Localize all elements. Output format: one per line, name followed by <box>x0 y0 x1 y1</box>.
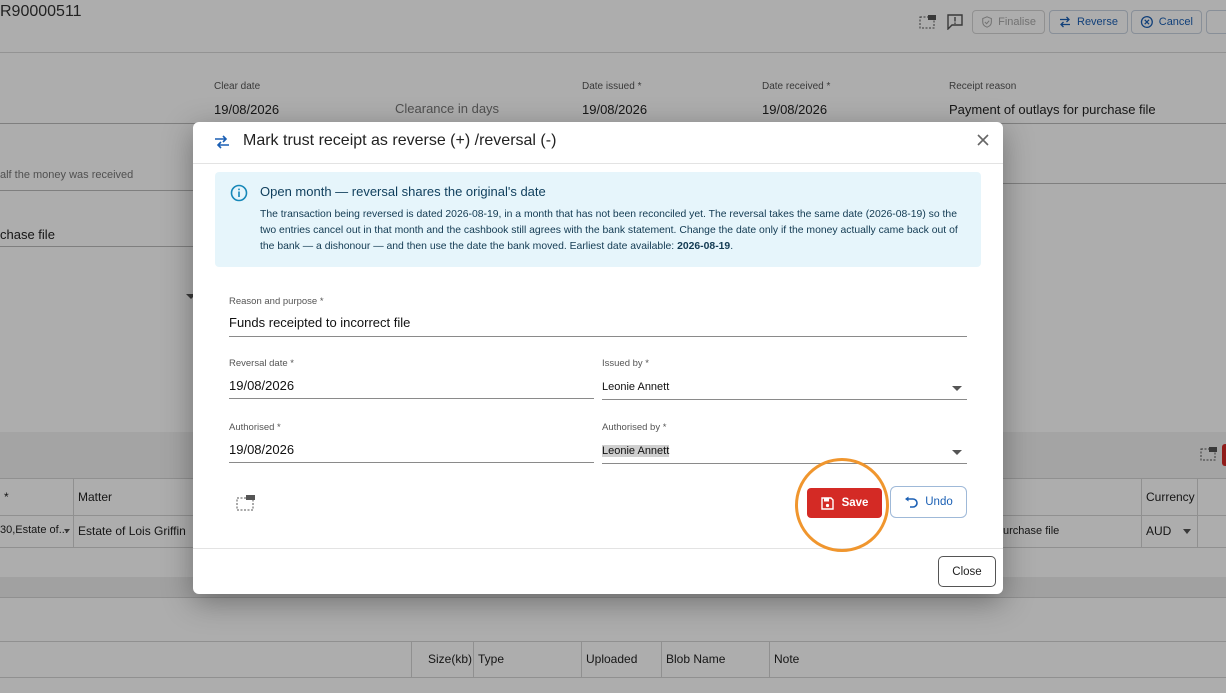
info-body: The transaction being reversed is dated … <box>260 207 972 255</box>
reason-underline <box>229 336 967 337</box>
undo-label: Undo <box>925 496 953 508</box>
authorised-input[interactable]: 19/08/2026 <box>229 442 294 457</box>
reason-label: Reason and purpose * <box>229 296 324 307</box>
info-icon <box>230 184 248 202</box>
reversal-date-label: Reversal date * <box>229 358 294 369</box>
chevron-down-icon[interactable] <box>952 450 962 455</box>
layout-icon[interactable] <box>236 494 256 511</box>
dialog-footer-divider <box>193 548 1003 549</box>
authorised-by-select[interactable]: Leonie Annett <box>602 445 670 457</box>
authorised-label: Authorised * <box>229 422 281 433</box>
info-alert: Open month — reversal shares the origina… <box>215 172 981 267</box>
authorised-by-value: Leonie Annett <box>602 445 670 457</box>
issued-by-select[interactable]: Leonie Annett <box>602 381 669 393</box>
authorised-underline <box>229 462 594 463</box>
undo-button[interactable]: Undo <box>890 486 967 518</box>
info-title: Open month — reversal shares the origina… <box>260 184 546 199</box>
undo-arrow-icon <box>905 496 919 508</box>
close-icon[interactable] <box>973 130 993 150</box>
chevron-down-icon[interactable] <box>952 386 962 391</box>
info-body-end: . <box>730 241 734 252</box>
earliest-date: 2026-08-19 <box>677 241 731 252</box>
reversal-date-underline <box>229 398 594 399</box>
close-button[interactable]: Close <box>938 556 996 587</box>
reversal-date-input[interactable]: 19/08/2026 <box>229 378 294 393</box>
reason-input[interactable]: Funds receipted to incorrect file <box>229 315 410 330</box>
dialog-title: Mark trust receipt as reverse (+) /rever… <box>243 132 557 149</box>
issued-by-underline <box>602 399 967 400</box>
dialog-header: Mark trust receipt as reverse (+) /rever… <box>193 122 1003 164</box>
authorised-by-label: Authorised by * <box>602 422 667 433</box>
authorised-by-underline <box>602 463 967 464</box>
click-highlight-ring <box>795 458 889 552</box>
info-body-text: The transaction being reversed is dated … <box>260 209 958 252</box>
reverse-arrows-icon <box>215 135 229 149</box>
issued-by-label: Issued by * <box>602 358 649 369</box>
